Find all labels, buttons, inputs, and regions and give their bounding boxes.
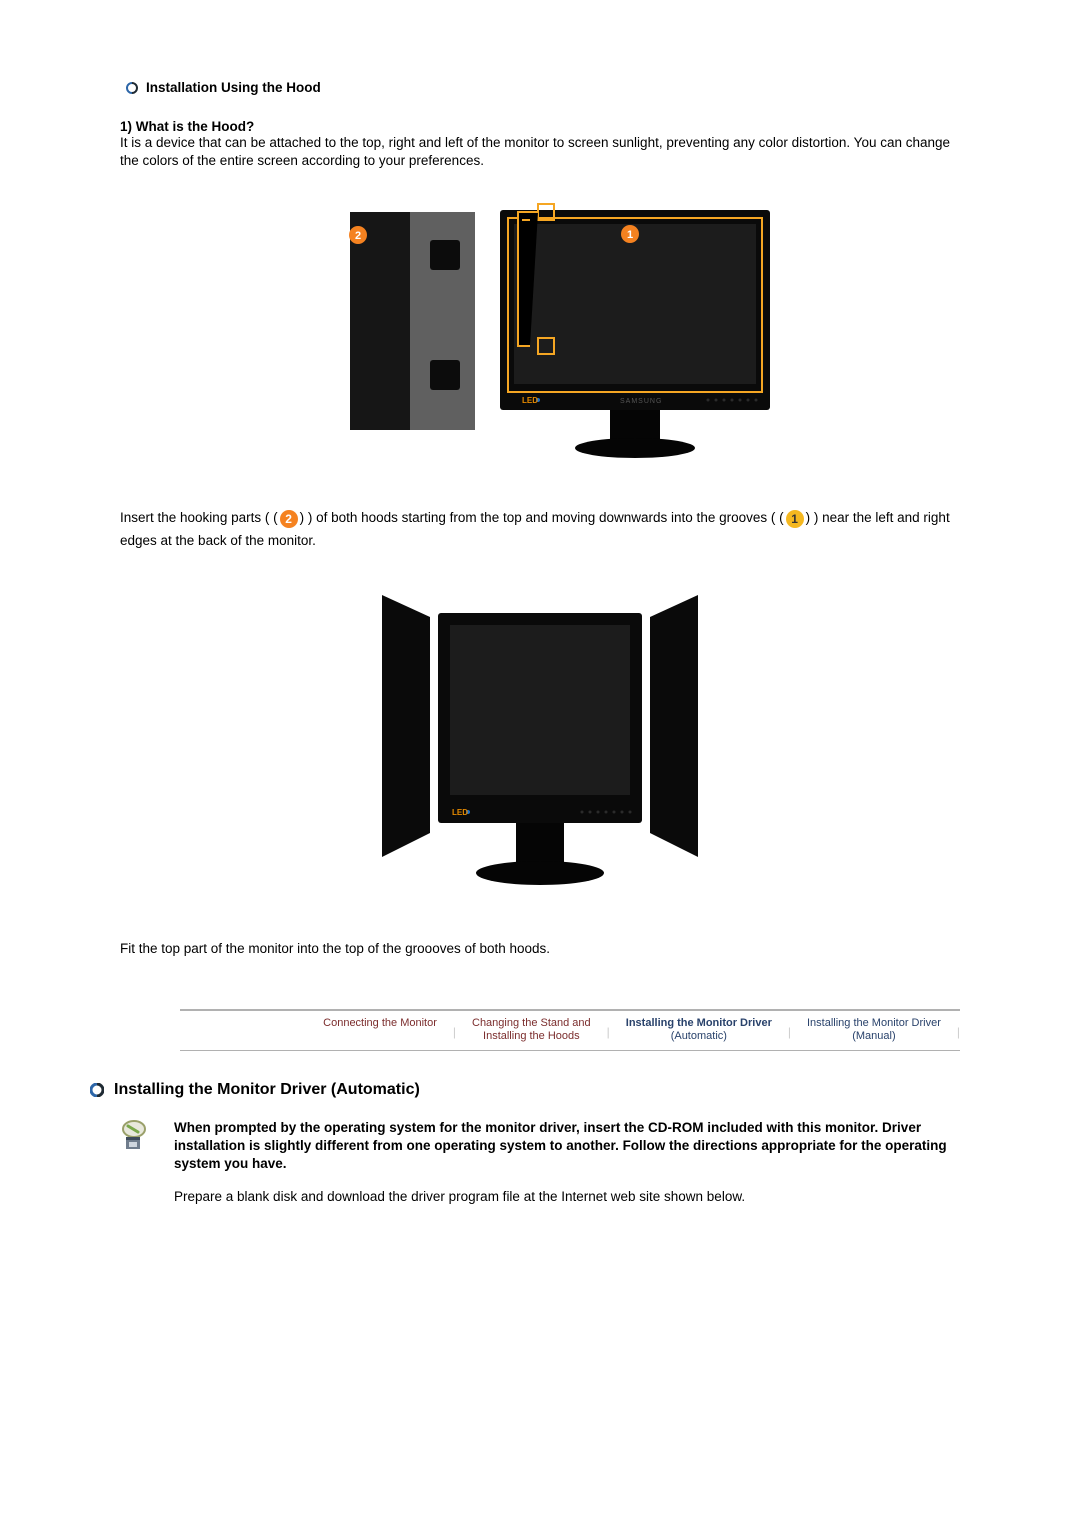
nav-sublabel: (Manual) xyxy=(852,1030,895,1044)
nav-sublabel: (Automatic) xyxy=(671,1030,727,1044)
nav-separator: | xyxy=(957,1021,960,1039)
figure-hood-callouts: 2 LED SAMSUNG 1 xyxy=(120,200,960,483)
nav-changing-stand[interactable]: Changing the Stand and Installing the Ho… xyxy=(470,1017,593,1045)
insert-text-a: Insert the hooking parts ( xyxy=(120,510,269,525)
nav-label: Installing the Monitor Driver xyxy=(807,1017,941,1031)
body-hood-description: It is a device that can be attached to t… xyxy=(120,134,960,170)
callout-badge-2: 2 xyxy=(355,230,361,242)
nav-separator: | xyxy=(607,1021,610,1039)
driver-prepare-text: Prepare a blank disk and download the dr… xyxy=(174,1188,960,1206)
section-title-installation-hood: Installation Using the Hood xyxy=(146,80,321,95)
callout-badge-1: 1 xyxy=(627,229,633,241)
section-title-install-driver-auto: Installing the Monitor Driver (Automatic… xyxy=(114,1081,420,1099)
nav-label: Changing the Stand and xyxy=(472,1017,591,1031)
nav-label: Connecting the Monitor xyxy=(323,1017,437,1031)
nav-separator: | xyxy=(788,1021,791,1039)
nav-install-driver-auto[interactable]: Installing the Monitor Driver (Automatic… xyxy=(624,1017,774,1045)
brand-label: SAMSUNG xyxy=(620,398,662,405)
figure-hoods-installed: LED xyxy=(120,583,960,916)
led-label: LED xyxy=(522,396,538,405)
led-label-2: LED xyxy=(452,808,468,817)
driver-prompt-bold: When prompted by the operating system fo… xyxy=(174,1119,960,1174)
bullet-halfring-icon xyxy=(126,82,138,94)
section-nav-strip: Connecting the Monitor | Changing the St… xyxy=(180,1009,960,1052)
instruction-fit-top: Fit the top part of the monitor into the… xyxy=(120,940,960,958)
nav-separator: | xyxy=(453,1021,456,1039)
instruction-insert-hooks: Insert the hooking parts ( (2) ) of both… xyxy=(120,507,960,553)
nav-label: Installing the Monitor Driver xyxy=(626,1017,772,1031)
cdrom-insert-icon xyxy=(120,1119,154,1206)
nav-sublabel: Installing the Hoods xyxy=(483,1030,580,1044)
badge-2-icon: 2 xyxy=(280,510,298,528)
nav-connecting-monitor[interactable]: Connecting the Monitor xyxy=(321,1017,439,1045)
bullet-halfring-icon xyxy=(90,1083,104,1097)
badge-1-icon: 1 xyxy=(786,510,804,528)
nav-install-driver-manual[interactable]: Installing the Monitor Driver (Manual) xyxy=(805,1017,943,1045)
insert-text-b: ) of both hoods starting from the top an… xyxy=(308,510,776,525)
subheading-what-is-hood: 1) What is the Hood? xyxy=(120,119,960,134)
